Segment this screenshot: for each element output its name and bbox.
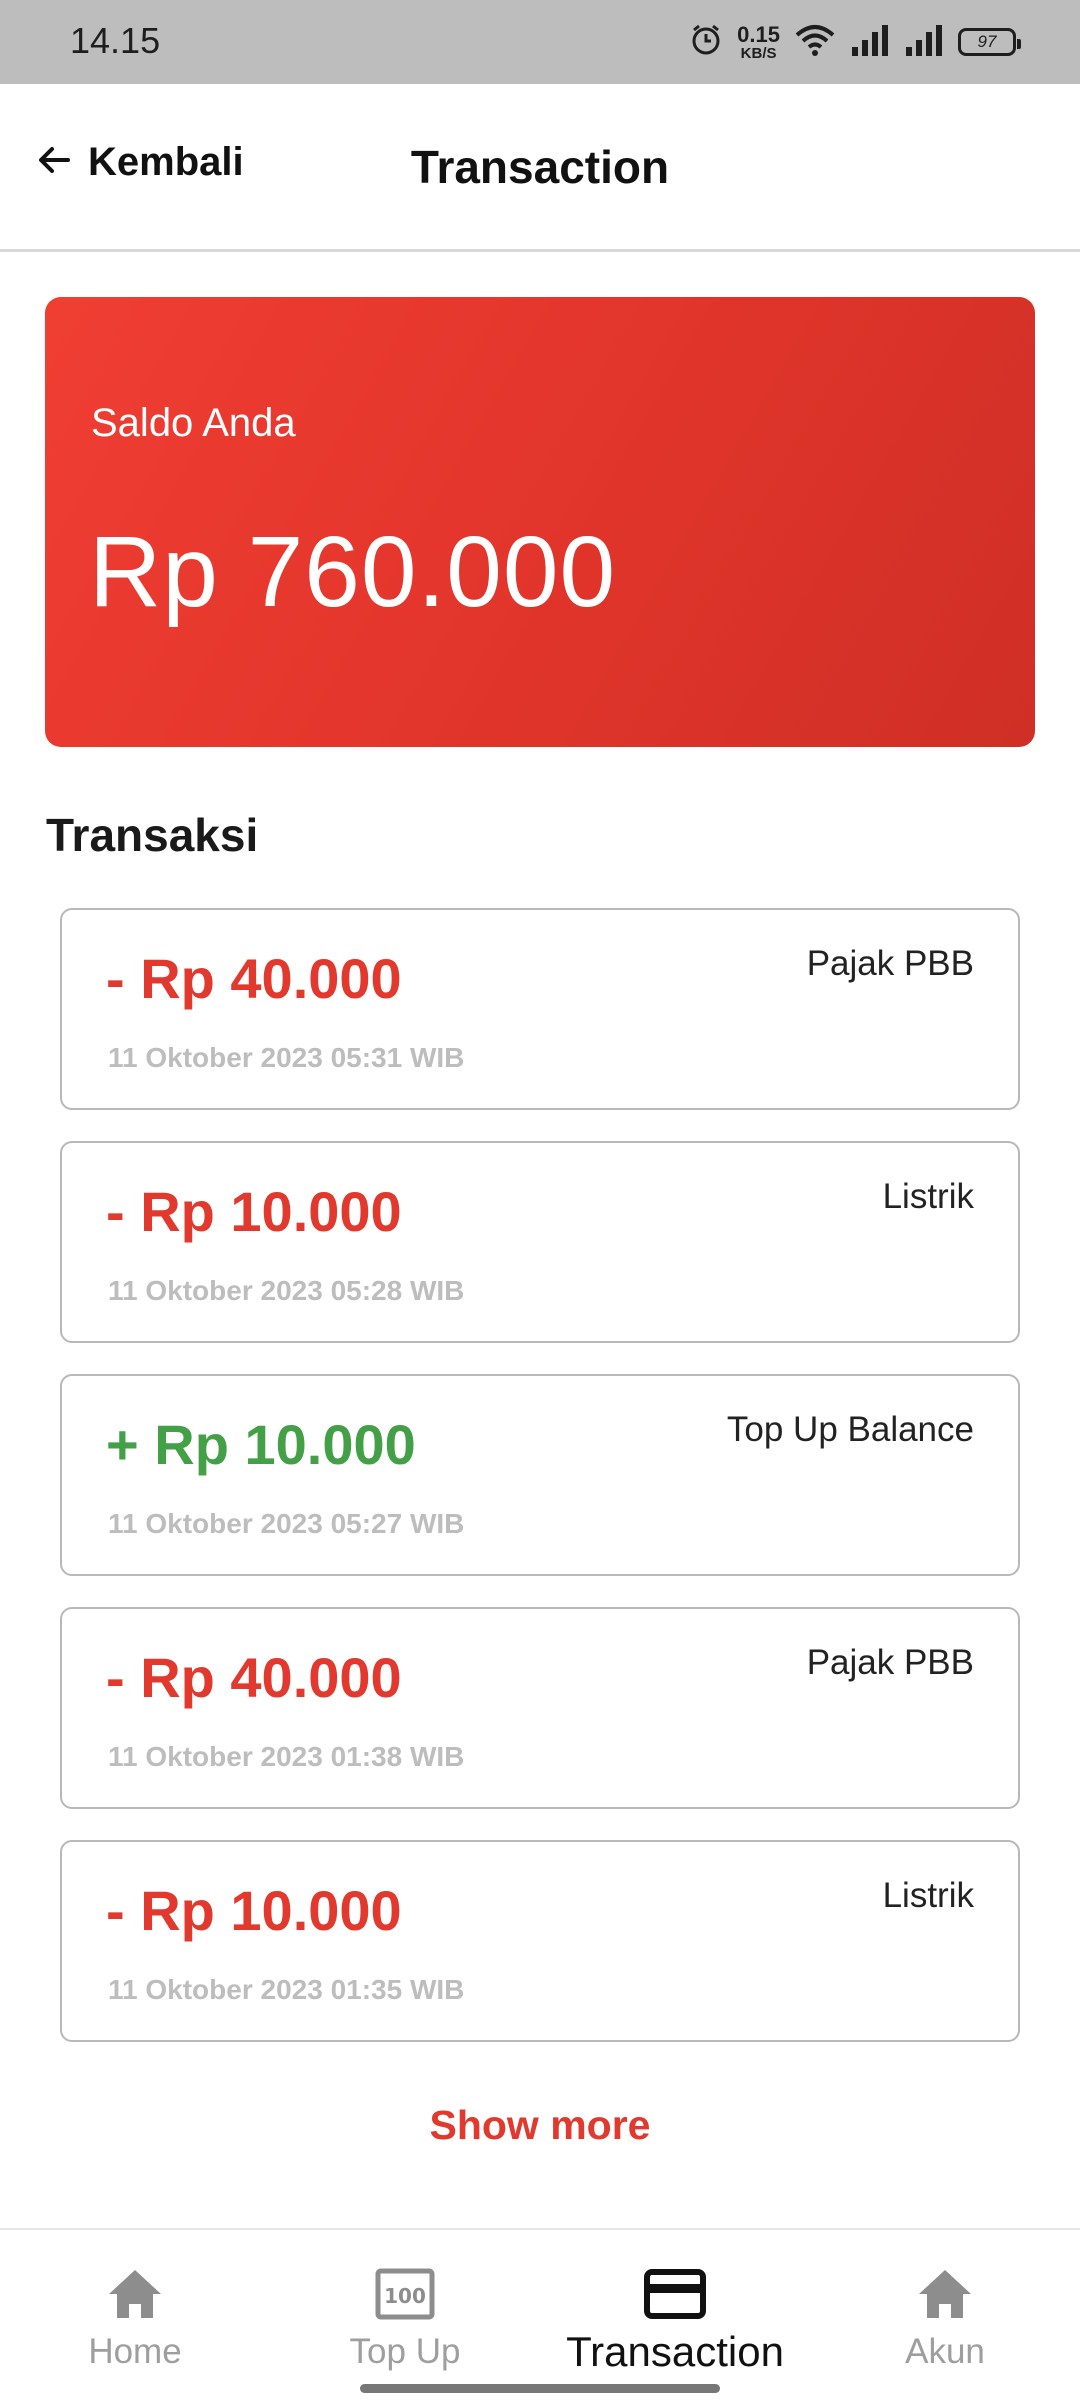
transaction-date: 11 Oktober 2023 01:38 WIB [108, 1741, 465, 1772]
transaction-date: 11 Oktober 2023 05:27 WIB [108, 1508, 465, 1539]
transaction-category: Pajak PBB [806, 944, 974, 983]
bottom-nav: Home 100 Top Up Transaction Akun [0, 2228, 1080, 2400]
transaction-amount: - Rp 40.000 [106, 1646, 402, 1709]
nav-item-home[interactable]: Home [25, 2230, 245, 2400]
status-icons: 0.15 KB/S 97 [689, 18, 1021, 66]
transaction-item[interactable]: + Rp 10.000 11 Oktober 2023 05:27 WIB To… [60, 1374, 1020, 1576]
transaction-item[interactable]: - Rp 10.000 11 Oktober 2023 05:28 WIB Li… [60, 1141, 1020, 1343]
signal-icon [904, 23, 944, 62]
home-icon [105, 2264, 165, 2324]
nav-label: Top Up [349, 2332, 461, 2371]
signal-icon [850, 23, 890, 62]
status-time: 14.15 [70, 20, 161, 61]
nav-label: Akun [905, 2332, 985, 2371]
gesture-bar[interactable] [360, 2384, 720, 2393]
wifi-icon [794, 23, 836, 62]
balance-amount: Rp 760.000 [89, 516, 617, 628]
transaction-amount: - Rp 10.000 [106, 1879, 402, 1942]
transaction-amount: + Rp 10.000 [106, 1413, 416, 1476]
transaction-category: Pajak PBB [806, 1643, 974, 1682]
transaction-item[interactable]: - Rp 40.000 11 Oktober 2023 05:31 WIB Pa… [60, 908, 1020, 1110]
transactions-heading: Transaksi [46, 809, 259, 861]
transaction-date: 11 Oktober 2023 05:31 WIB [108, 1042, 465, 1073]
nav-item-akun[interactable]: Akun [835, 2230, 1055, 2400]
transaction-date: 11 Oktober 2023 01:35 WIB [108, 1974, 465, 2005]
transaction-date: 11 Oktober 2023 05:28 WIB [108, 1275, 465, 1306]
transaction-category: Listrik [882, 1177, 974, 1216]
nav-item-top-up[interactable]: 100 Top Up [295, 2230, 515, 2400]
balance-label: Saldo Anda [91, 401, 296, 445]
transaction-item[interactable]: - Rp 10.000 11 Oktober 2023 01:35 WIB Li… [60, 1840, 1020, 2042]
transaction-amount: - Rp 40.000 [106, 947, 402, 1010]
transaction-item[interactable]: - Rp 40.000 11 Oktober 2023 01:38 WIB Pa… [60, 1607, 1020, 1809]
svg-text:100: 100 [384, 2284, 426, 2308]
page-title: Transaction [410, 141, 670, 193]
home-icon [915, 2264, 975, 2324]
nav-item-transaction[interactable]: Transaction [565, 2230, 785, 2400]
alarm-icon [689, 23, 723, 62]
transaction-category: Listrik [882, 1876, 974, 1915]
nav-label: Transaction [566, 2328, 784, 2375]
top-up-icon: 100 [375, 2264, 435, 2324]
transaction-amount: - Rp 10.000 [106, 1180, 402, 1243]
app-bar: Kembali Transaction [0, 84, 1080, 252]
show-more-button[interactable]: Show more [0, 2102, 1080, 2149]
nav-label: Home [88, 2332, 182, 2371]
status-bar: 14.15 0.15 KB/S 97 [0, 0, 1080, 84]
transaction-category: Top Up Balance [726, 1410, 974, 1449]
battery-icon: 97 [958, 28, 1021, 56]
card-icon [643, 2264, 707, 2324]
network-speed: 0.15 KB/S [737, 21, 780, 62]
balance-card: Saldo Anda Rp 760.000 [45, 297, 1035, 747]
transaction-list: - Rp 40.000 11 Oktober 2023 05:31 WIB Pa… [60, 908, 1020, 2073]
